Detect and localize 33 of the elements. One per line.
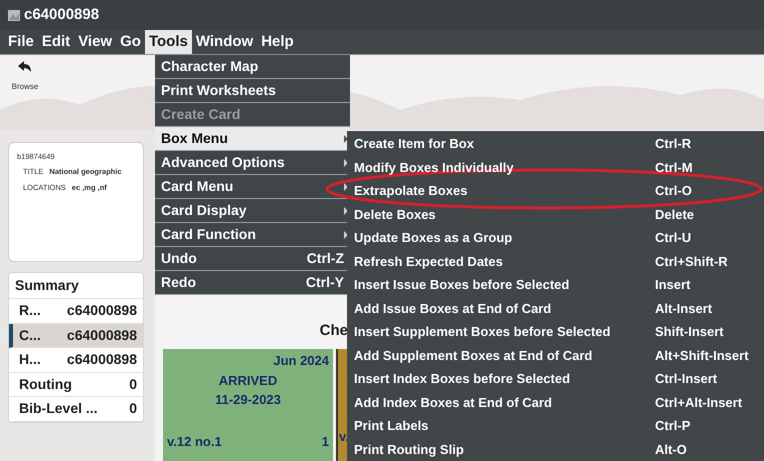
summary-row[interactable]: Routing 0	[9, 372, 143, 397]
menu-item[interactable]: Print Worksheets	[155, 79, 350, 103]
menu-item[interactable]: Update Boxes as a Group Ctrl-U	[354, 226, 764, 250]
menu-item[interactable]: Window	[192, 30, 258, 54]
menu-item[interactable]: Print Routing Slip Alt-O	[354, 438, 764, 461]
menu-item[interactable]: Insert Issue Boxes before Selected Insert	[354, 273, 764, 296]
menu-item[interactable]: Add Index Boxes at End of Card Ctrl+Alt-Insert	[354, 390, 764, 414]
menu-item[interactable]: Create Item for Box Ctrl-R	[354, 132, 764, 156]
summary-row[interactable]: C... c64000898	[9, 324, 143, 348]
menu-item[interactable]: Go	[116, 30, 145, 54]
browse-button[interactable]: Browse	[8, 61, 42, 93]
section-heading: Che	[320, 321, 348, 342]
menu-item[interactable]: Character Map	[155, 55, 350, 79]
app-icon	[8, 10, 20, 20]
summary-heading: Summary	[9, 273, 143, 299]
menu-item[interactable]: Box Menu	[155, 127, 350, 151]
back-arrow-icon	[18, 61, 32, 73]
menu-item[interactable]: Add Issue Boxes at End of Card Alt-Insert	[354, 296, 764, 320]
menu-item[interactable]: Refresh Expected Dates Ctrl+Shift-R	[354, 250, 764, 273]
summary-row[interactable]: H... c64000898	[9, 348, 143, 372]
menu-item[interactable]: Insert Index Boxes before Selected Ctrl-Insert	[354, 367, 764, 390]
menu-item[interactable]: Edit	[38, 30, 74, 54]
menu-item[interactable]: File	[4, 30, 38, 54]
window-title: c64000898	[24, 4, 100, 25]
menu-item[interactable]: Add Supplement Boxes at End of Card Alt+Shift-Insert	[354, 344, 764, 367]
menu-item[interactable]: Delete Boxes Delete	[354, 202, 764, 226]
menu-item[interactable]: Insert Supplement Boxes before Selected Shift-Insert	[354, 320, 764, 344]
summary-row[interactable]: Bib-Level ... 0	[9, 397, 143, 422]
menu-item[interactable]: View	[74, 30, 116, 54]
menu-item[interactable]: Help	[257, 30, 298, 54]
menu-item[interactable]: Tools	[144, 30, 192, 54]
issue-box[interactable]: Jun 2024 ARRIVED 11-29-2023 v.12 no.1 1	[163, 349, 333, 461]
menu-item[interactable]: Print Labels Ctrl-P	[354, 414, 764, 438]
